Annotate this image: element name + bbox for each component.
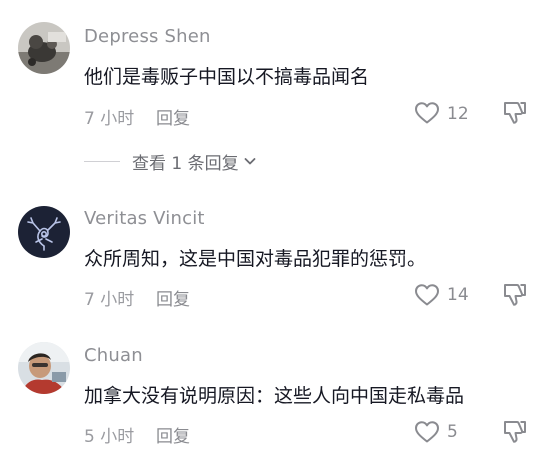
avatar[interactable] <box>18 206 70 258</box>
thumbs-down-outline-icon <box>504 102 526 124</box>
view-replies-button[interactable]: 查看 1 条回复 <box>84 149 257 174</box>
heart-outline-icon <box>415 102 439 124</box>
chevron-down-icon <box>244 158 256 165</box>
username[interactable]: Veritas Vincit <box>84 208 205 229</box>
heart-outline-icon <box>415 421 439 443</box>
reply-button[interactable]: 回复 <box>156 422 190 447</box>
timestamp: 5 小时 <box>84 427 135 447</box>
dislike-button[interactable] <box>502 100 528 130</box>
timestamp: 7 小时 <box>84 290 135 310</box>
like-count: 14 <box>447 285 469 305</box>
heart-outline-icon <box>415 284 439 306</box>
like-button[interactable] <box>414 420 440 448</box>
username[interactable]: Depress Shen <box>84 26 211 47</box>
view-replies-label: 查看 1 条回复 <box>132 153 239 174</box>
comment-text: 加拿大没有说明原因：这些人向中国走私毒品 <box>84 385 465 407</box>
like-count: 5 <box>447 422 458 442</box>
thumbs-down-outline-icon <box>504 421 526 443</box>
thumbs-down-outline-icon <box>504 284 526 306</box>
like-count: 12 <box>447 104 469 124</box>
avatar[interactable] <box>18 342 70 394</box>
username[interactable]: Chuan <box>84 345 143 366</box>
reply-button[interactable]: 回复 <box>156 104 190 129</box>
comment-text: 众所周知，这是中国对毒品犯罪的惩罚。 <box>84 248 427 270</box>
like-button[interactable] <box>414 101 440 129</box>
comment-text: 他们是毒贩子中国以不搞毒品闻名 <box>84 66 370 88</box>
dislike-button[interactable] <box>502 419 528 449</box>
timestamp: 7 小时 <box>84 109 135 129</box>
avatar[interactable] <box>18 22 70 74</box>
reply-button[interactable]: 回复 <box>156 285 190 310</box>
like-button[interactable] <box>414 283 440 311</box>
divider-line <box>84 160 120 162</box>
dislike-button[interactable] <box>502 282 528 312</box>
